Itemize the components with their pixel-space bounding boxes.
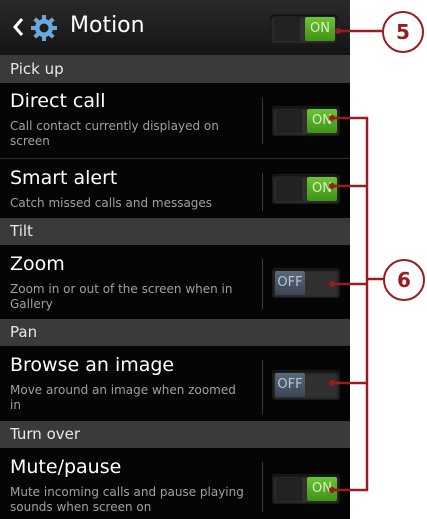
callout-lines bbox=[329, 28, 384, 493]
callout-badge-5: 5 bbox=[382, 11, 424, 53]
callout-badge-6: 6 bbox=[383, 259, 425, 301]
